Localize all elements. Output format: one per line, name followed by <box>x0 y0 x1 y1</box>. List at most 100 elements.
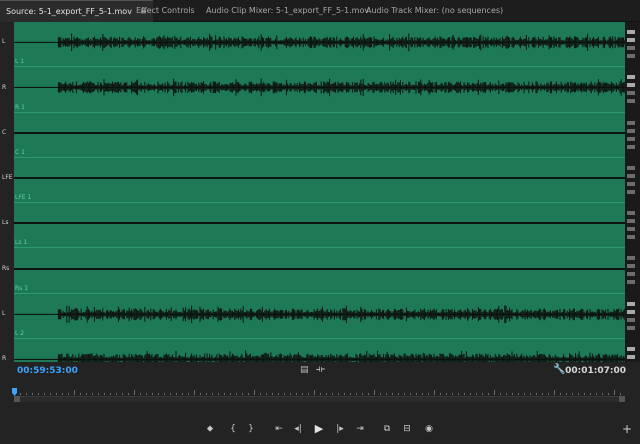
ruler-tick <box>482 393 483 395</box>
ruler-tick <box>158 393 159 395</box>
film-icon[interactable]: ▤ <box>300 365 309 375</box>
ruler-tick <box>422 393 423 395</box>
ruler-tick <box>386 393 387 395</box>
channel-lane: Ls 1 <box>14 203 625 249</box>
ruler-tick <box>50 393 51 395</box>
meter-segment <box>627 54 635 58</box>
go-to-out-button[interactable]: ⇥ <box>353 422 367 436</box>
overwrite-button[interactable]: ⊟ <box>400 422 414 436</box>
ruler-tick <box>536 393 537 395</box>
ruler-tick <box>32 393 33 395</box>
meter-segment <box>627 165 635 170</box>
audio-meters <box>625 22 640 384</box>
ruler-tick <box>572 393 573 395</box>
zoom-handle-left[interactable] <box>14 396 20 402</box>
ruler-tick <box>98 393 99 395</box>
go-to-in-button[interactable]: ⇤ <box>272 422 286 436</box>
ruler-tick <box>80 393 81 395</box>
transport-controls: + ⬥ {} ⇤ ◂| ▶ |▸ ⇥ ⧉ ⊟ ◉ <box>0 420 640 442</box>
step-back-button[interactable]: ◂| <box>291 422 305 436</box>
ruler-tick <box>290 393 291 395</box>
meter-segment <box>627 46 635 50</box>
scrub-track[interactable] <box>14 396 625 402</box>
ruler-tick <box>248 393 249 395</box>
silent-channel-line <box>14 131 625 134</box>
channel-sub-label: L 2 <box>15 329 25 337</box>
meter-segment <box>627 317 635 322</box>
channel-sub-label: Rs 1 <box>15 284 29 292</box>
scrub-bar[interactable] <box>12 388 625 402</box>
ruler-tick <box>140 393 141 395</box>
ruler-tick <box>242 393 243 395</box>
ruler-tick <box>254 390 255 395</box>
ruler-tick <box>314 390 315 395</box>
meter-segment <box>627 136 635 141</box>
meter-segment <box>627 83 635 88</box>
ruler-tick <box>260 393 261 395</box>
ruler-tick <box>146 393 147 395</box>
play-button[interactable]: ▶ <box>312 422 326 436</box>
ruler-tick <box>524 393 525 395</box>
channel-sub-label: R 1 <box>15 103 25 111</box>
waveform-drag-icon[interactable]: ⟛ <box>316 364 325 375</box>
ruler-tick <box>356 393 357 395</box>
ruler-tick <box>530 393 531 395</box>
ruler-tick <box>542 393 543 395</box>
export-frame-button[interactable]: ◉ <box>422 422 436 436</box>
meter-segment <box>627 144 635 149</box>
ruler-tick <box>56 393 57 395</box>
channel-waveform <box>14 78 625 97</box>
ruler-tick <box>296 393 297 395</box>
ruler-tick <box>416 393 417 395</box>
ruler-tick <box>86 393 87 395</box>
mark-in-button[interactable]: { <box>226 422 240 436</box>
current-timecode[interactable]: 00:59:53:00 <box>17 366 78 376</box>
meter-segment <box>627 272 635 277</box>
meter-segment <box>627 346 635 351</box>
audio-waveform-display[interactable]: L 1R 1C 1LFE 1Ls 1Rs 1L 2R 2 <box>14 22 625 384</box>
button-editor-plus-icon[interactable]: + <box>620 422 634 436</box>
ruler-tick <box>62 393 63 395</box>
add-marker-button[interactable]: ⬥ <box>203 422 217 436</box>
tab-3[interactable]: Audio Track Mixer: (no sequences) <box>360 0 509 22</box>
duration-timecode: 00:01:07:00 <box>565 366 626 376</box>
channel-lane: Rs 1 <box>14 248 625 294</box>
tab-2[interactable]: Audio Clip Mixer: 5-1_export_FF_5-1.mov <box>200 0 375 22</box>
meter-segment <box>627 38 635 42</box>
ruler-tick <box>218 393 219 395</box>
meter-segment <box>627 264 635 269</box>
ruler-tick <box>134 390 135 395</box>
ruler-tick <box>608 393 609 395</box>
mark-out-button[interactable]: } <box>244 422 258 436</box>
insert-button[interactable]: ⧉ <box>380 422 394 436</box>
ruler-tick <box>206 393 207 395</box>
step-forward-button[interactable]: |▸ <box>333 422 347 436</box>
zoom-handle-right[interactable] <box>619 396 625 402</box>
ruler-tick <box>44 393 45 395</box>
ruler-tick <box>512 393 513 395</box>
wrench-icon[interactable]: 🔧 <box>553 364 565 375</box>
ruler-tick <box>602 393 603 395</box>
ruler-tick <box>428 393 429 395</box>
channel-label: LFE <box>2 174 13 182</box>
meter-segment <box>627 173 635 178</box>
ruler-tick <box>302 393 303 395</box>
ruler-tick <box>488 393 489 395</box>
tab-1[interactable]: Effect Controls <box>130 0 201 22</box>
ruler-tick <box>596 393 597 395</box>
ruler-tick <box>104 393 105 395</box>
meter-segment <box>627 235 635 239</box>
channel-label: L <box>2 309 6 317</box>
ruler-tick <box>188 393 189 395</box>
meter-segment <box>627 189 635 194</box>
ruler-tick <box>128 393 129 395</box>
meter-segment <box>627 227 635 231</box>
ruler-tick <box>392 393 393 395</box>
tab-label: Audio Clip Mixer: 5-1_export_FF_5-1.mov <box>206 6 370 15</box>
ruler-tick <box>362 393 363 395</box>
channel-sub-label: C 1 <box>15 148 25 156</box>
meter-segment <box>627 219 635 223</box>
ruler-tick <box>458 393 459 395</box>
ruler-tick <box>230 393 231 395</box>
ruler-tick <box>266 393 267 395</box>
